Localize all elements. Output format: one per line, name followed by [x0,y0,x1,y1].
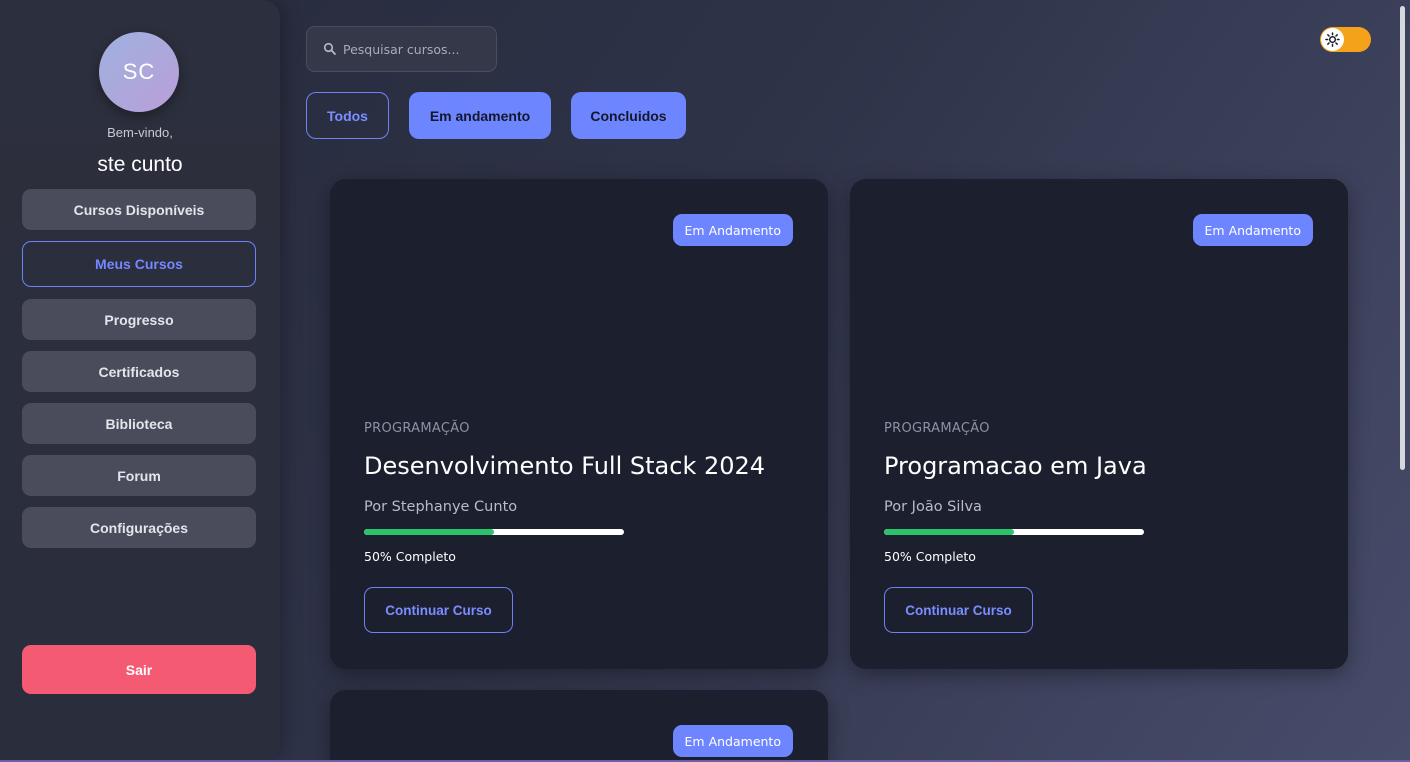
search-icon [323,42,336,55]
nav-progresso[interactable]: Progresso [22,299,256,340]
progress-fill [364,529,494,535]
progress-bar [884,529,1144,535]
logout-button[interactable]: Sair [22,645,256,694]
continue-course-button[interactable]: Continuar Curso [884,587,1033,633]
scrollbar[interactable] [1398,6,1406,756]
app-root: SC Bem-vindo, ste cunto Cursos Disponíve… [0,0,1410,762]
course-category: PROGRAMAÇÃO [884,421,990,436]
nav-biblioteca[interactable]: Biblioteca [22,403,256,444]
theme-toggle[interactable] [1320,27,1371,52]
welcome-text: Bem-vindo, [107,125,173,140]
progress-bar [364,529,624,535]
nav-certificados[interactable]: Certificados [22,351,256,392]
progress-text: 50% Completo [884,549,976,564]
course-title: Programacao em Java [884,452,1147,480]
status-badge: Em Andamento [672,214,793,246]
scrollbar-thumb[interactable] [1400,6,1405,470]
search-box[interactable] [306,26,497,72]
nav-meus-cursos[interactable]: Meus Cursos [22,241,256,287]
filter-todos[interactable]: Todos [306,92,389,139]
sun-icon [1325,32,1340,47]
course-author: Por Stephanye Cunto [364,499,518,515]
username: ste cunto [97,153,183,176]
course-card: Em Andamento [330,690,828,762]
nav-configuracoes[interactable]: Configurações [22,507,256,548]
search-input[interactable] [343,41,493,57]
continue-course-button[interactable]: Continuar Curso [364,587,513,633]
filter-concluidos[interactable]: Concluidos [571,92,686,139]
progress-text: 50% Completo [364,549,456,564]
course-card: Em Andamento PROGRAMAÇÃO Desenvolvimento… [330,179,828,669]
course-category: PROGRAMAÇÃO [364,421,470,436]
progress-fill [884,529,1014,535]
course-card: Em Andamento PROGRAMAÇÃO Programacao em … [850,179,1348,669]
status-badge: Em Andamento [1192,214,1313,246]
status-badge: Em Andamento [672,725,793,757]
course-author: Por João Silva [884,499,982,515]
toggle-knob [1321,28,1344,51]
avatar[interactable]: SC [99,32,179,112]
sidebar: SC Bem-vindo, ste cunto Cursos Disponíve… [0,0,280,760]
course-title: Desenvolvimento Full Stack 2024 [364,452,766,480]
nav-cursos-disponiveis[interactable]: Cursos Disponíveis [22,189,256,230]
filter-em-andamento[interactable]: Em andamento [409,92,551,139]
nav-forum[interactable]: Forum [22,455,256,496]
